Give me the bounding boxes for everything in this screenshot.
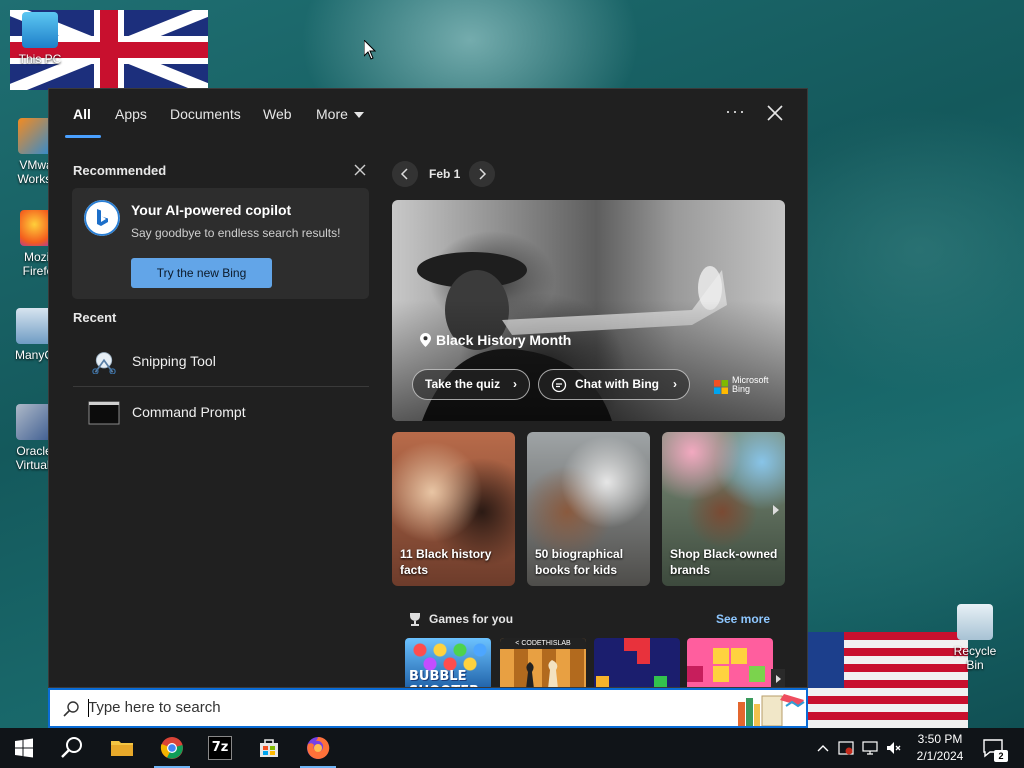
chat-bubble-icon (551, 377, 567, 393)
tile-black-history-facts[interactable]: 11 Black history facts (392, 432, 515, 586)
game-bubble-shooter[interactable]: BUBBLE SHOOTER (405, 638, 491, 687)
chat-with-bing-label: Chat with Bing (575, 377, 659, 391)
chat-with-bing-button[interactable]: Chat with Bing › (538, 369, 690, 400)
take-quiz-button[interactable]: Take the quiz › (412, 369, 530, 400)
hero-card[interactable]: Black History Month Take the quiz › Chat… (392, 200, 785, 421)
books-illustration-icon (738, 694, 805, 726)
recent-item-command-prompt[interactable]: Command Prompt (73, 389, 369, 437)
games-heading: Games for you (429, 612, 514, 626)
brand-label: Microsoft Bing (732, 375, 769, 394)
file-explorer-button[interactable] (98, 728, 146, 768)
virtualbox-icon (16, 404, 52, 440)
active-tab-indicator (65, 135, 101, 138)
microsoft-logo-icon (714, 380, 728, 394)
game-block-puzzle[interactable] (594, 638, 680, 687)
recommended-heading: Recommended (73, 163, 167, 178)
bing-logo-icon (84, 200, 120, 236)
volume-muted-icon[interactable] (886, 740, 902, 756)
tile-caption: 11 Black history facts (400, 547, 492, 577)
tab-web[interactable]: Web (263, 106, 292, 122)
chevron-right-icon: › (513, 377, 517, 391)
firefox-button[interactable] (294, 728, 342, 768)
desktop-icon-this-pc[interactable]: This PC (12, 12, 68, 66)
games-trophy-icon (410, 613, 420, 626)
recent-item-label: Command Prompt (132, 404, 246, 420)
chevron-right-icon[interactable] (767, 497, 785, 523)
recent-item-label: Snipping Tool (132, 353, 216, 369)
game-tetris[interactable] (687, 638, 773, 687)
start-button[interactable] (0, 728, 48, 768)
recent-item-snipping-tool[interactable]: Snipping Tool (73, 338, 369, 386)
dismiss-recommended-icon[interactable] (353, 163, 367, 177)
game-publisher: < CODETHISLAB (500, 638, 586, 649)
firefox-icon (307, 736, 330, 759)
copilot-card[interactable]: Your AI-powered copilot Say goodbye to e… (72, 188, 369, 299)
search-tabs: All Apps Documents Web More ··· (49, 89, 807, 139)
tab-more[interactable]: More (316, 106, 364, 122)
taskbar-search-box[interactable]: Type here to search (48, 688, 808, 728)
taskbar-clock[interactable]: 3:50 PM 2/1/2024 (910, 731, 970, 765)
chevron-right-icon[interactable] (771, 669, 785, 688)
tile-caption: Shop Black-owned brands (670, 547, 778, 577)
chrome-button[interactable] (148, 728, 196, 768)
recycle-bin-icon (957, 604, 993, 640)
close-icon[interactable] (765, 103, 785, 123)
take-quiz-label: Take the quiz (425, 377, 501, 391)
tab-more-label: More (316, 106, 348, 122)
security-icon[interactable] (838, 740, 854, 756)
notification-count-badge: 2 (994, 750, 1008, 762)
tab-documents[interactable]: Documents (170, 106, 241, 122)
hero-gradient (392, 300, 785, 421)
game-title: BUBBLE SHOOTER (409, 669, 479, 687)
copilot-subtitle: Say goodbye to endless search results! (131, 226, 341, 240)
try-new-bing-button[interactable]: Try the new Bing (131, 258, 272, 288)
snipping-tool-icon (92, 352, 116, 374)
search-panel: All Apps Documents Web More ··· Recommen… (48, 88, 808, 688)
clock-time: 3:50 PM (917, 732, 963, 746)
tile-biographical-books[interactable]: 50 biographical books for kids (527, 432, 650, 586)
chevron-down-icon (353, 112, 364, 119)
recent-heading: Recent (73, 310, 117, 325)
tile-caption: 50 biographical books for kids (535, 547, 624, 577)
search-icon (61, 737, 82, 758)
game-chess[interactable]: < CODETHISLAB (500, 638, 586, 687)
next-day-button[interactable] (469, 161, 495, 187)
clock-date: 2/1/2024 (916, 749, 964, 763)
desktop-icon-label: Recycle Bin (953, 644, 997, 672)
taskbar: 7z 3:50 PM 2/1/2024 2 (0, 728, 1024, 768)
location-pin-icon (420, 333, 431, 347)
hero-title: Black History Month (436, 332, 572, 348)
desktop-icon-label: This PC (18, 52, 62, 66)
show-hidden-icons-icon[interactable] (815, 740, 831, 756)
chess-pieces-icon (526, 660, 558, 687)
more-dots-icon[interactable]: ··· (725, 101, 746, 122)
chrome-icon (160, 737, 183, 759)
see-more-link[interactable]: See more (716, 612, 770, 626)
taskbar-search-button[interactable] (48, 728, 96, 768)
mouse-pointer-icon (364, 40, 376, 60)
search-input[interactable]: Type here to search (88, 699, 221, 716)
highlight-date: Feb 1 (429, 167, 461, 181)
this-pc-icon (22, 12, 58, 48)
7zip-button[interactable]: 7z (196, 728, 244, 768)
tab-apps[interactable]: Apps (115, 106, 147, 122)
tab-all[interactable]: All (73, 106, 91, 122)
chevron-right-icon: › (673, 377, 677, 391)
network-icon[interactable] (862, 740, 878, 756)
folder-icon (111, 741, 133, 756)
microsoft-store-button[interactable] (245, 728, 293, 768)
desktop-icon-recycle-bin[interactable]: Recycle Bin (944, 604, 1006, 672)
command-prompt-icon (88, 401, 120, 425)
divider (73, 386, 369, 387)
search-icon (63, 701, 79, 717)
store-icon (260, 739, 278, 757)
copilot-title: Your AI-powered copilot (131, 202, 292, 218)
7zip-icon: 7z (208, 736, 232, 760)
windows-logo-icon (15, 738, 33, 758)
manycam-icon (16, 308, 52, 344)
previous-day-button[interactable] (392, 161, 418, 187)
